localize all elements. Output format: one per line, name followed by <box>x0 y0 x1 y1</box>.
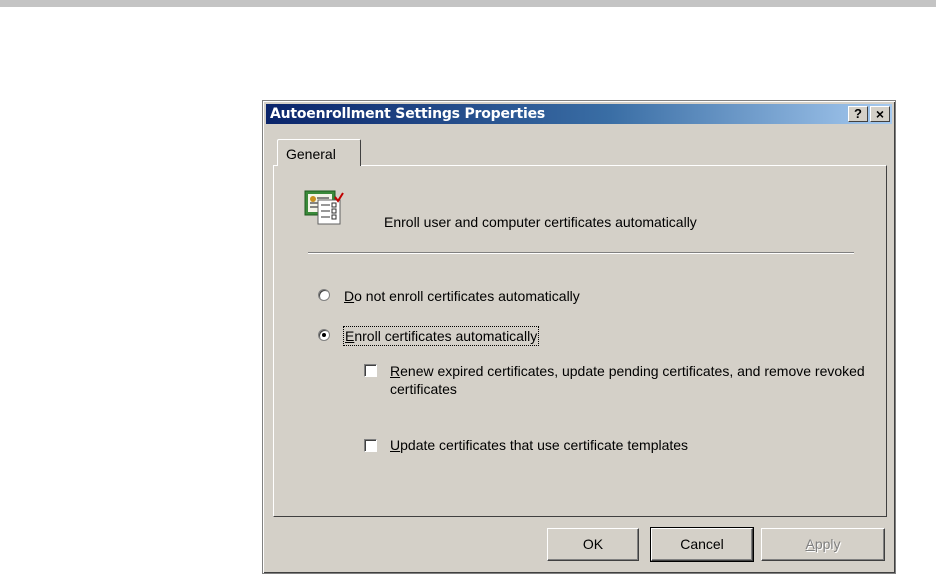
certificate-icon <box>304 190 344 225</box>
section-divider <box>308 252 854 254</box>
radio-do-not-enroll[interactable] <box>318 289 330 301</box>
close-button[interactable]: × <box>870 106 890 122</box>
tab-general[interactable]: General <box>277 139 361 166</box>
title-bar[interactable]: Autoenrollment Settings Properties ? × <box>266 104 892 124</box>
radio-selected-dot <box>322 333 326 337</box>
apply-button[interactable]: Apply <box>761 528 885 561</box>
ok-button[interactable]: OK <box>547 528 639 561</box>
panel-heading: Enroll user and computer certificates au… <box>384 214 697 230</box>
checkbox-renew-expired-label[interactable]: Renew expired certificates, update pendi… <box>390 362 880 398</box>
radio-do-not-enroll-label[interactable]: Do not enroll certificates automatically <box>344 287 580 305</box>
help-button[interactable]: ? <box>848 106 868 122</box>
checkbox-update-templates-label[interactable]: Update certificates that use certificate… <box>390 436 688 454</box>
general-panel: Enroll user and computer certificates au… <box>273 165 887 517</box>
window-title: Autoenrollment Settings Properties <box>270 106 545 122</box>
cancel-button[interactable]: Cancel <box>650 527 754 562</box>
top-gray-bar <box>0 0 936 7</box>
radio-enroll-automatically[interactable] <box>318 329 330 341</box>
properties-dialog: Autoenrollment Settings Properties ? × G… <box>262 100 896 574</box>
checkbox-update-templates[interactable] <box>364 439 377 452</box>
tab-general-label: General <box>286 146 336 162</box>
checkbox-renew-expired[interactable] <box>364 364 377 377</box>
radio-enroll-automatically-label[interactable]: Enroll certificates automatically <box>342 326 540 346</box>
